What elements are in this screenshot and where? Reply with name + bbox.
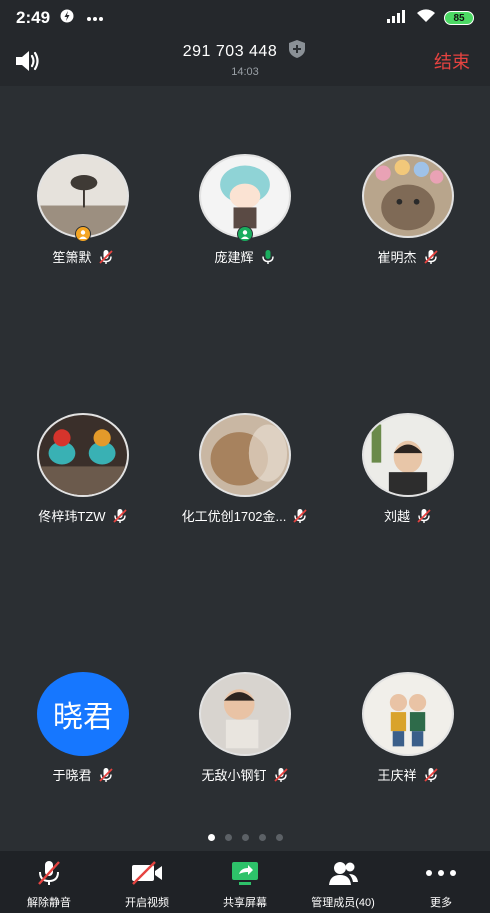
participant-tile[interactable]: 笙箫默 (8, 154, 158, 284)
mic-muted-icon (292, 508, 308, 524)
page-indicator[interactable] (0, 834, 490, 841)
mic-muted-icon (273, 767, 289, 783)
participant-name: 于晓君 (52, 768, 92, 783)
text-avatar: 晓君 (37, 672, 129, 756)
mic-muted-icon (112, 508, 128, 524)
participant-tile[interactable]: 王庆祥 (333, 672, 483, 802)
avatar (199, 413, 291, 497)
security-shield-icon[interactable] (287, 39, 307, 64)
mic-on-icon (260, 249, 276, 265)
participant-name: 无敌小钢钉 (201, 768, 267, 783)
status-time: 2:49 (16, 8, 51, 27)
signal-icon (386, 9, 408, 28)
participant-name: 崔明杰 (377, 250, 417, 265)
share-screen-label: 共享屏幕 (223, 897, 267, 909)
participant-grid: 笙箫默 庞建辉 崔明杰 佟梓玮TZW 化工优创1702金... 刘越 晓君 于晓… (0, 86, 490, 848)
meeting-toolbar: 解除静音 开启视频 共享屏幕 管理成员(40) 更多 (0, 851, 490, 913)
end-meeting-button[interactable]: 结束 (434, 48, 470, 74)
participant-name: 庞建辉 (214, 250, 254, 265)
manage-members-button[interactable]: 管理成员(40) (294, 851, 392, 913)
avatar (362, 413, 454, 497)
avatar (199, 672, 291, 756)
unmute-label: 解除静音 (27, 897, 71, 909)
video-off-icon (130, 859, 164, 887)
page-dot[interactable] (275, 834, 283, 841)
participant-tile[interactable]: 佟梓玮TZW (8, 413, 158, 543)
participant-name: 刘越 (383, 509, 410, 524)
mic-muted-icon (416, 508, 432, 524)
participant-name: 笙箫默 (52, 250, 92, 265)
participant-name: 佟梓玮TZW (38, 509, 106, 524)
avatar (37, 413, 129, 497)
start-video-button[interactable]: 开启视频 (98, 851, 196, 913)
meeting-duration: 14:03 (231, 66, 259, 78)
wifi-icon (416, 8, 436, 28)
members-icon (326, 859, 360, 887)
participant-tile[interactable]: 晓君 于晓君 (8, 672, 158, 802)
share-screen-icon (228, 859, 262, 887)
more-icon (424, 859, 458, 887)
avatar (362, 672, 454, 756)
mic-muted-icon (98, 249, 114, 265)
manage-members-label: 管理成员(40) (311, 897, 375, 909)
participant-name: 化工优创1702金... (181, 509, 287, 524)
more-label: 更多 (430, 897, 452, 909)
mic-muted-icon (423, 767, 439, 783)
participant-tile[interactable]: 刘越 (333, 413, 483, 543)
page-dot[interactable] (241, 834, 249, 841)
page-dot[interactable] (258, 834, 266, 841)
more-notifications-icon (86, 9, 104, 27)
page-dot[interactable] (224, 834, 232, 841)
participant-tile[interactable]: 庞建辉 (170, 154, 320, 284)
page-dot[interactable] (207, 834, 215, 841)
mic-muted-icon (32, 859, 66, 887)
start-video-label: 开启视频 (125, 897, 169, 909)
meeting-id[interactable]: 291 703 448 (183, 43, 277, 61)
battery-indicator: 85 (444, 11, 474, 25)
participant-tile[interactable]: 崔明杰 (333, 154, 483, 284)
more-button[interactable]: 更多 (392, 851, 490, 913)
participant-tile[interactable]: 化工优创1702金... (170, 413, 320, 543)
unmute-button[interactable]: 解除静音 (0, 851, 98, 913)
mic-muted-icon (423, 249, 439, 265)
status-bar: 2:49 85 (0, 0, 490, 36)
share-screen-button[interactable]: 共享屏幕 (196, 851, 294, 913)
mic-muted-icon (98, 767, 114, 783)
participant-tile[interactable]: 无敌小钢钉 (170, 672, 320, 802)
host-badge-icon (75, 226, 91, 242)
cohost-badge-icon (237, 226, 253, 242)
avatar (362, 154, 454, 238)
meeting-header: 291 703 448 14:03 结束 (0, 36, 490, 86)
participant-name: 王庆祥 (377, 768, 417, 783)
data-saver-icon (60, 9, 74, 28)
